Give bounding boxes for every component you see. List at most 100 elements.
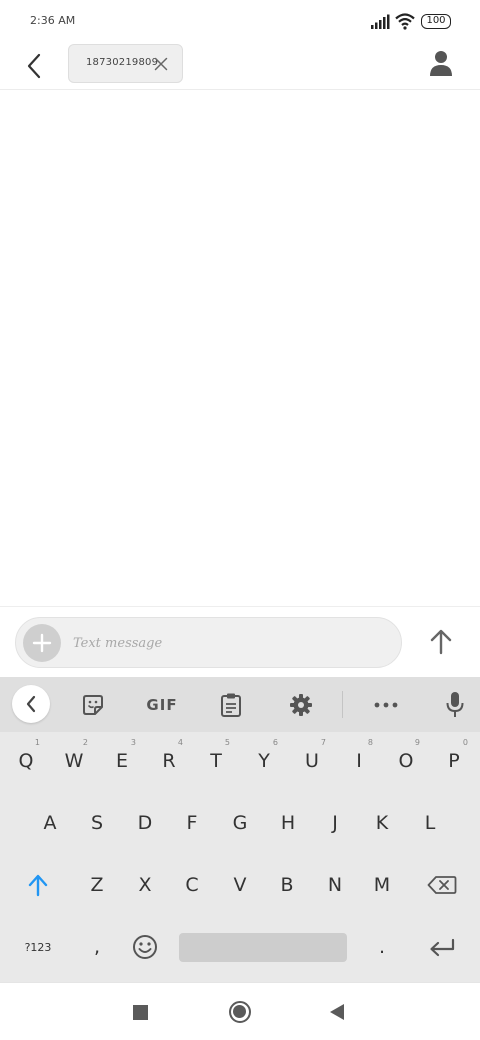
- more-icon: [374, 702, 398, 708]
- key-label: R: [162, 750, 176, 772]
- key-hint: 4: [177, 738, 183, 747]
- key-hint: 9: [414, 738, 420, 747]
- emoji-icon: [133, 935, 157, 959]
- key-label: E: [115, 750, 128, 772]
- back-button[interactable]: [18, 46, 50, 86]
- shift-icon: [28, 874, 48, 897]
- compose-bar: [0, 606, 480, 676]
- keyboard: G I F Q 1 W 2 E 3 R 4 T 5 Y 6 U 7 I 8 O 9 …: [0, 677, 480, 982]
- recipient-chip[interactable]: 18730219809: [68, 44, 183, 83]
- key-hint: 8: [367, 738, 373, 747]
- key-label: Q: [18, 750, 34, 772]
- key-l[interactable]: L: [406, 796, 454, 850]
- key-y[interactable]: Y6: [240, 734, 288, 788]
- settings-button[interactable]: [282, 686, 320, 724]
- key-d[interactable]: D: [121, 796, 169, 850]
- gif-button[interactable]: GIF: [142, 686, 182, 724]
- key-j[interactable]: J: [311, 796, 359, 850]
- compose-field: [15, 617, 402, 668]
- key-u[interactable]: U7: [288, 734, 336, 788]
- more-button[interactable]: [367, 686, 405, 724]
- conversation-header: 18730219809: [0, 42, 480, 90]
- back-icon[interactable]: [330, 1004, 344, 1020]
- collapse-toolbar-button[interactable]: [12, 685, 50, 723]
- clipboard-icon: [221, 693, 241, 717]
- backspace-icon: [427, 876, 457, 894]
- keyboard-row-1: Q1 W2 E3 R4 T5 Y6 U7 I8 O9 P0: [0, 734, 480, 788]
- plus-icon: [32, 633, 52, 653]
- key-a[interactable]: A: [26, 796, 74, 850]
- key-label: W: [64, 750, 84, 772]
- key-hint: 7: [320, 738, 326, 747]
- key-p[interactable]: P0: [430, 734, 478, 788]
- key-g[interactable]: G: [216, 796, 264, 850]
- arrow-up-icon[interactable]: [424, 625, 458, 659]
- key-h[interactable]: H: [264, 796, 312, 850]
- clipboard-button[interactable]: [212, 686, 250, 724]
- key-s[interactable]: S: [73, 796, 121, 850]
- voice-input-button[interactable]: [436, 686, 474, 724]
- enter-key[interactable]: [418, 920, 466, 974]
- recipient-number: 18730219809: [86, 57, 159, 68]
- gif-label: GIF: [146, 696, 178, 714]
- keyboard-row-2: A S D F G H J K L: [0, 796, 480, 850]
- backspace-key[interactable]: [418, 858, 466, 912]
- key-hint: 6: [272, 738, 278, 747]
- enter-icon: [430, 938, 455, 957]
- key-label: P: [448, 750, 460, 772]
- key-k[interactable]: K: [358, 796, 406, 850]
- chevron-left-icon: [26, 695, 36, 713]
- key-w[interactable]: W2: [50, 734, 98, 788]
- person-icon[interactable]: [426, 48, 456, 78]
- close-icon[interactable]: [153, 56, 169, 72]
- gear-icon: [290, 694, 312, 716]
- key-hint: 5: [224, 738, 230, 747]
- key-v[interactable]: V: [216, 858, 264, 912]
- wifi-icon: [395, 13, 415, 30]
- signal-icon: [371, 14, 390, 29]
- key-z[interactable]: Z: [73, 858, 121, 912]
- microphone-icon: [446, 692, 464, 717]
- key-hint: 2: [82, 738, 88, 747]
- key-n[interactable]: N: [311, 858, 359, 912]
- key-x[interactable]: X: [121, 858, 169, 912]
- keyboard-toolbar: GIF: [0, 677, 480, 732]
- key-m[interactable]: M: [358, 858, 406, 912]
- key-label: I: [356, 750, 362, 772]
- status-bar: 2:36 AM 100: [0, 0, 480, 42]
- home-icon[interactable]: [229, 1001, 251, 1023]
- attach-button[interactable]: [23, 624, 61, 662]
- key-c[interactable]: C: [168, 858, 216, 912]
- key-hint: 3: [130, 738, 136, 747]
- message-input[interactable]: [73, 631, 373, 655]
- key-label: U: [305, 750, 319, 772]
- key-o[interactable]: O9: [382, 734, 430, 788]
- keyboard-row-3: Z X C V B N M: [0, 858, 480, 912]
- key-b[interactable]: B: [263, 858, 311, 912]
- chevron-left-icon: [27, 53, 41, 79]
- comma-key[interactable]: ,: [73, 920, 121, 974]
- key-label: Y: [258, 750, 270, 772]
- status-time: 2:36 AM: [30, 14, 76, 27]
- key-i[interactable]: I8: [335, 734, 383, 788]
- battery-icon: 100: [421, 14, 451, 29]
- sticker-button[interactable]: [74, 686, 112, 724]
- key-r[interactable]: R4: [145, 734, 193, 788]
- key-f[interactable]: F: [168, 796, 216, 850]
- navigation-bar: [0, 982, 480, 1040]
- key-label: O: [398, 750, 414, 772]
- toolbar-divider: [342, 691, 343, 718]
- key-hint: 0: [462, 738, 468, 747]
- emoji-key[interactable]: [121, 920, 169, 974]
- key-e[interactable]: E3: [98, 734, 146, 788]
- key-q[interactable]: Q1: [2, 734, 50, 788]
- period-key[interactable]: .: [358, 920, 406, 974]
- key-hint: 1: [34, 738, 40, 747]
- key-t[interactable]: T5: [192, 734, 240, 788]
- symbols-key[interactable]: ?123: [14, 920, 62, 974]
- shift-key[interactable]: [14, 858, 62, 912]
- sticker-icon: [83, 695, 103, 715]
- space-key[interactable]: [179, 933, 347, 962]
- key-label: T: [210, 750, 222, 772]
- recents-icon[interactable]: [133, 1005, 148, 1020]
